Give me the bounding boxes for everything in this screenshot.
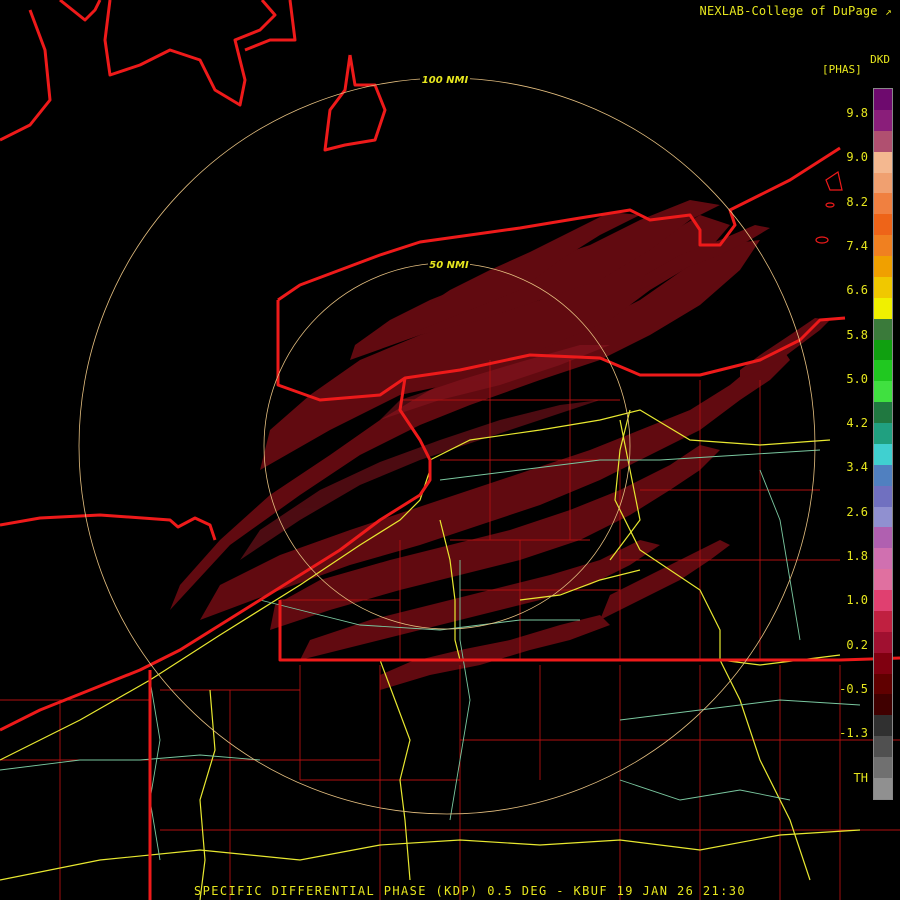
colorbar-swatch [874, 89, 892, 110]
colorbar-swatch [874, 276, 892, 298]
colorbar-label: 1.8 [846, 549, 868, 563]
range-ring-50-label: 50 NMI [429, 260, 469, 271]
colorbar-swatch [874, 423, 892, 444]
colorbar-swatch [874, 694, 892, 716]
colorbar-swatch [874, 402, 892, 423]
colorbar-label: 9.0 [846, 150, 868, 165]
colorbar-swatch [874, 527, 892, 549]
colorbar-label: TH [853, 770, 868, 785]
colorbar-swatch [874, 193, 892, 215]
colorbar-swatch [874, 673, 892, 695]
colorbar-swatch [874, 631, 892, 653]
colorbar-swatch [874, 235, 892, 256]
external-link-icon: ↗ [885, 5, 892, 18]
colorbar-swatch [874, 569, 892, 590]
colorbar-swatch [874, 256, 892, 277]
colorbar-swatch [874, 151, 892, 173]
colorbar-label: 0.2 [846, 637, 868, 652]
colorbar-swatch [874, 590, 892, 611]
colorbar-label: 2.6 [846, 504, 868, 519]
product-code: DKD [870, 53, 890, 66]
colorbar-swatch [874, 736, 892, 757]
colorbar-label: 5.0 [846, 371, 868, 386]
colorbar-label: 7.4 [846, 238, 868, 253]
colorbar-swatch [874, 715, 892, 737]
credit-link[interactable]: NEXLAB-College of DuPage ↗ [700, 4, 892, 18]
colorbar-swatch [874, 318, 892, 340]
colorbar-swatch [874, 652, 892, 674]
colorbar-swatch [874, 548, 892, 570]
colorbar-swatch [874, 381, 892, 403]
colorbar-label: 9.8 [846, 106, 868, 120]
colorbar-label: -1.3 [839, 726, 868, 741]
colorbar-label: 3.4 [846, 460, 868, 475]
colorbar-swatch [874, 485, 892, 507]
colorbar-swatch [874, 130, 892, 152]
colorbar-swatch [874, 297, 892, 319]
colorbar-label: 1.0 [846, 593, 868, 608]
colorbar-swatch [874, 214, 892, 236]
colorbar-label: 4.2 [846, 416, 868, 431]
colorbar-swatch [874, 757, 892, 778]
colorbar [873, 88, 893, 800]
colorbar-label: 5.8 [846, 327, 868, 342]
colorbar-swatch [874, 443, 892, 465]
colorbar-swatch [874, 506, 892, 528]
unit-label: [PHAS] [822, 63, 862, 76]
colorbar-swatch [874, 777, 892, 799]
radar-map: 50 NMI 100 NMI [0, 0, 900, 900]
colorbar-swatch [874, 464, 892, 486]
colorbar-swatch [874, 360, 892, 382]
colorbar-swatch [874, 610, 892, 632]
colorbar-label: -0.5 [839, 681, 868, 696]
credit-text: NEXLAB-College of DuPage [699, 4, 878, 18]
product-caption: SPECIFIC DIFFERENTIAL PHASE (KDP) 0.5 DE… [194, 884, 746, 898]
colorbar-swatch [874, 172, 892, 194]
colorbar-label: 6.6 [846, 283, 868, 298]
range-ring-100-label: 100 NMI [422, 75, 469, 86]
colorbar-swatch [874, 339, 892, 361]
colorbar-label: 8.2 [846, 194, 868, 209]
colorbar-swatch [874, 109, 892, 131]
